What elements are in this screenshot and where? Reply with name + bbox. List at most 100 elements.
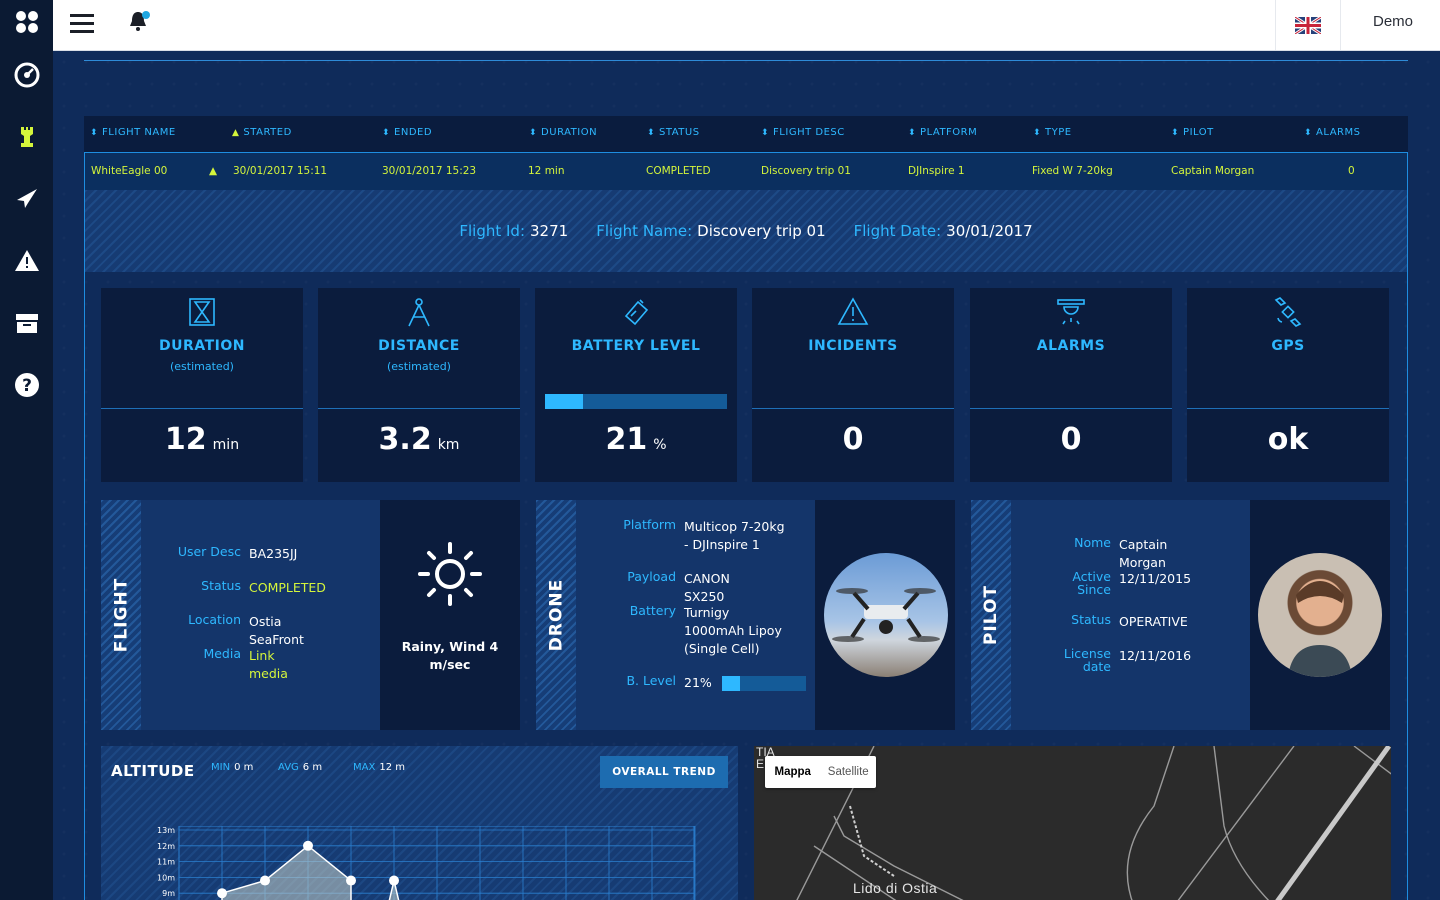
altitude-chart: 13m 12m 11m 10m 9m <box>157 826 696 900</box>
col-header-flight-desc[interactable]: ⬍ FLIGHT DESC <box>761 116 845 152</box>
map-place-label: Lido di Ostia <box>853 880 938 896</box>
sort-icon: ⬍ <box>529 128 538 138</box>
kpi-value: 12 min <box>164 422 240 457</box>
altitude-point[interactable] <box>303 840 313 851</box>
kpi-value: 3.2 km <box>378 422 460 457</box>
cell-pilot: Captain Morgan <box>1171 165 1255 177</box>
drone-card: DRONE Platform Multicop 7-20kg - DJInspir… <box>536 500 955 730</box>
compass-icon <box>408 298 430 327</box>
battery-level-fill <box>722 676 740 691</box>
y-tick-label: 13m <box>157 826 175 835</box>
map-tab-satellite[interactable]: Satellite <box>821 756 877 788</box>
altitude-point[interactable] <box>217 888 227 899</box>
sidebar-item-logo[interactable] <box>0 0 53 44</box>
cell-started: 30/01/2017 15:11 <box>233 165 328 177</box>
cell-alarms: 0 <box>1348 165 1355 177</box>
col-header-flight-name[interactable]: ⬍ FLIGHT NAME <box>90 116 176 152</box>
kpi-value: 0 <box>842 422 864 457</box>
flight-id: Flight Id: 3271 <box>459 222 569 240</box>
sidebar-item-archive[interactable] <box>0 292 53 354</box>
user-menu[interactable]: Demo <box>1353 0 1433 50</box>
kpi-duration: DURATION (estimated) 12 min <box>101 288 303 482</box>
cell-status: COMPLETED <box>646 165 711 177</box>
sun-icon <box>418 542 482 606</box>
altitude-point[interactable] <box>389 875 399 886</box>
altitude-point[interactable] <box>346 875 356 886</box>
col-header-started[interactable]: ▲ STARTED <box>232 116 292 152</box>
media-link[interactable]: Link media <box>249 647 288 683</box>
topbar: Demo <box>53 0 1440 51</box>
kpi-incidents: INCIDENTS 0 <box>752 288 954 482</box>
kpi-title: GPS <box>1271 338 1305 354</box>
card-label: PILOT <box>981 584 1001 646</box>
col-header-platform[interactable]: ⬍ PLATFORM <box>908 116 977 152</box>
divider <box>318 408 520 409</box>
sidebar-item-flights[interactable] <box>0 106 53 168</box>
kpi-title: BATTERY LEVEL <box>571 338 701 354</box>
table-row[interactable]: WhiteEagle 00 ▲ 30/01/2017 15:11 30/01/2… <box>84 152 1408 190</box>
map-tab-map[interactable]: Mappa <box>765 756 821 788</box>
sort-asc-icon: ▲ <box>232 128 240 138</box>
altitude-panel: ALTITUDE MIN 0 m AVG 6 m MAX 12 m OVERALL T… <box>101 746 738 900</box>
kpi-subtitle: (estimated) <box>387 360 451 373</box>
field-name: Nome <box>1074 535 1111 550</box>
card-label: FLIGHT <box>111 577 131 653</box>
kpi-title: INCIDENTS <box>808 338 898 354</box>
weather-text: Rainy, Wind 4 m/sec <box>401 639 499 672</box>
dashboard-gauge-icon <box>14 62 39 88</box>
paper-plane-icon <box>16 189 37 208</box>
altitude-min: MIN 0 m <box>211 762 254 773</box>
cell-flight-desc: Discovery trip 01 <box>761 165 851 177</box>
weather-panel: Rainy, Wind 4 m/sec <box>380 500 520 730</box>
kpi-title: ALARMS <box>1036 338 1106 354</box>
altitude-point[interactable] <box>260 875 270 886</box>
field-media: Media <box>203 646 241 661</box>
field-status: Status <box>1071 612 1111 627</box>
alarm-light-icon <box>1057 299 1085 325</box>
y-tick-label: 11m <box>157 858 175 867</box>
kpi-subtitle: (estimated) <box>170 360 234 373</box>
warning-icon <box>14 250 39 271</box>
drone-photo-panel <box>815 500 955 730</box>
col-header-ended[interactable]: ⬍ ENDED <box>382 116 432 152</box>
hamburger-menu-icon[interactable] <box>69 11 95 37</box>
sidebar-item-dashboard[interactable] <box>0 44 53 106</box>
sidebar-item-missions[interactable] <box>0 168 53 230</box>
kpi-alarms: ALARMS 0 <box>970 288 1172 482</box>
col-header-status[interactable]: ⬍ STATUS <box>647 116 700 152</box>
uk-flag-icon <box>1295 16 1321 34</box>
warning-triangle-icon <box>837 297 869 325</box>
language-selector[interactable] <box>1275 0 1341 50</box>
sidebar-item-alerts[interactable] <box>0 230 53 292</box>
col-header-type[interactable]: ⬍ TYPE <box>1033 116 1072 152</box>
expand-arrow-icon[interactable]: ▲ <box>209 153 217 189</box>
payload-value: CANON SX250 <box>684 571 730 604</box>
col-header-alarms[interactable]: ⬍ ALARMS <box>1304 116 1360 152</box>
altitude-avg: AVG 6 m <box>278 762 323 773</box>
divider <box>101 408 303 409</box>
kpi-distance: DISTANCE (estimated) 3.2 km <box>318 288 520 482</box>
sidebar-item-help[interactable]: ? <box>0 354 53 416</box>
col-header-pilot[interactable]: ⬍ PILOT <box>1171 116 1214 152</box>
platform-value: Multicop 7-20kg <box>684 519 785 534</box>
sort-icon: ⬍ <box>647 128 656 138</box>
overall-trend-button[interactable]: OVERALL TREND <box>600 756 728 788</box>
svg-text:?: ? <box>22 376 32 396</box>
map-panel[interactable]: TIA E Mappa Satellite Lido di Ostia <box>754 746 1391 900</box>
satellite-icon <box>1274 297 1302 327</box>
sort-icon: ⬍ <box>382 128 391 138</box>
help-icon: ? <box>14 373 39 397</box>
divider <box>752 408 954 409</box>
sidebar: ? <box>0 0 53 900</box>
field-location: Location <box>188 612 241 627</box>
col-header-duration[interactable]: ⬍ DURATION <box>529 116 597 152</box>
y-tick-label: 12m <box>157 842 175 851</box>
location-value: Ostia SeaFront <box>249 614 304 647</box>
divider <box>1187 408 1389 409</box>
kpi-value: ok <box>1267 422 1309 457</box>
field-platform: Platform <box>623 517 676 532</box>
field-battery-level: B. Level <box>626 673 676 688</box>
sort-icon: ⬍ <box>761 128 770 138</box>
sort-icon: ⬍ <box>1033 128 1042 138</box>
pilot-name-value: Captain Morgan <box>1119 537 1168 570</box>
